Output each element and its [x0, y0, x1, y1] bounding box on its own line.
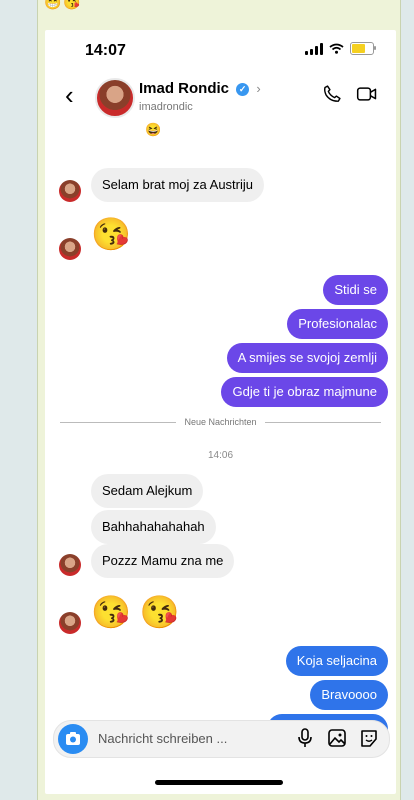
microphone-icon[interactable]	[295, 727, 315, 749]
status-icons	[305, 42, 376, 55]
message-outgoing[interactable]: Profesionalac	[287, 309, 388, 339]
status-bar: 14:07	[45, 30, 396, 70]
chevron-right-icon: ›	[256, 81, 261, 96]
phone-icon[interactable]	[322, 84, 342, 104]
chat-header: ‹ Imad Rondic ✓ › imadrondic	[45, 70, 396, 134]
message-incoming[interactable]: Sedam Alejkum	[91, 474, 204, 508]
contact-avatar[interactable]	[95, 78, 135, 118]
composer-icons	[295, 727, 379, 749]
sender-avatar	[59, 238, 81, 260]
contact-name-row[interactable]: Imad Rondic ✓ ›	[139, 80, 261, 97]
contact-name: Imad Rondic	[139, 80, 230, 97]
signal-icon	[305, 42, 323, 55]
home-indicator	[155, 780, 283, 785]
camera-button[interactable]	[58, 724, 88, 754]
new-messages-divider: Neue Nachrichten	[60, 416, 382, 428]
divider-label: Neue Nachrichten	[184, 417, 257, 427]
message-incoming[interactable]: Bahhahahahahah	[91, 510, 216, 544]
timestamp: 14:06	[207, 450, 234, 461]
battery-icon	[350, 42, 376, 55]
back-icon[interactable]: ‹	[65, 80, 74, 111]
message-emoji[interactable]: 😘	[91, 214, 131, 254]
message-outgoing[interactable]: A smijes se svojoj zemlji	[226, 343, 388, 373]
reaction-emoji-icon: 😆	[145, 122, 162, 137]
message-emoji[interactable]: 😘 😘	[91, 592, 180, 632]
message-list[interactable]: 😆 Selam brat moj za Austriju 😘 Stidi se …	[45, 122, 396, 744]
camera-icon	[66, 732, 80, 745]
verified-badge-icon: ✓	[236, 83, 250, 96]
top-emojis: 😁😘	[44, 0, 83, 10]
video-icon[interactable]	[356, 84, 378, 104]
sender-avatar	[59, 554, 81, 576]
status-time: 14:07	[85, 42, 126, 59]
contact-handle: imadrondic	[139, 101, 193, 113]
gallery-icon[interactable]	[327, 727, 347, 749]
message-outgoing[interactable]: Stidi se	[323, 275, 388, 305]
phone-screen: 14:07 ‹ Imad Rondic ✓ › imadrondic 😆 Sel…	[45, 30, 396, 794]
sender-avatar	[59, 612, 81, 634]
message-outgoing[interactable]: Gdje ti je obraz majmune	[221, 377, 388, 407]
message-outgoing[interactable]: Koja seljacina	[285, 646, 388, 676]
sender-avatar	[59, 180, 81, 202]
sticker-icon[interactable]	[359, 727, 379, 749]
message-incoming[interactable]: Selam brat moj za Austriju	[91, 168, 265, 202]
wifi-icon	[329, 43, 344, 54]
message-input[interactable]: Nachricht schreiben ...	[98, 731, 227, 746]
message-incoming[interactable]: Pozzz Mamu zna me	[91, 544, 235, 578]
message-composer[interactable]: Nachricht schreiben ...	[53, 720, 390, 758]
message-outgoing[interactable]: Bravoooo	[310, 680, 388, 710]
